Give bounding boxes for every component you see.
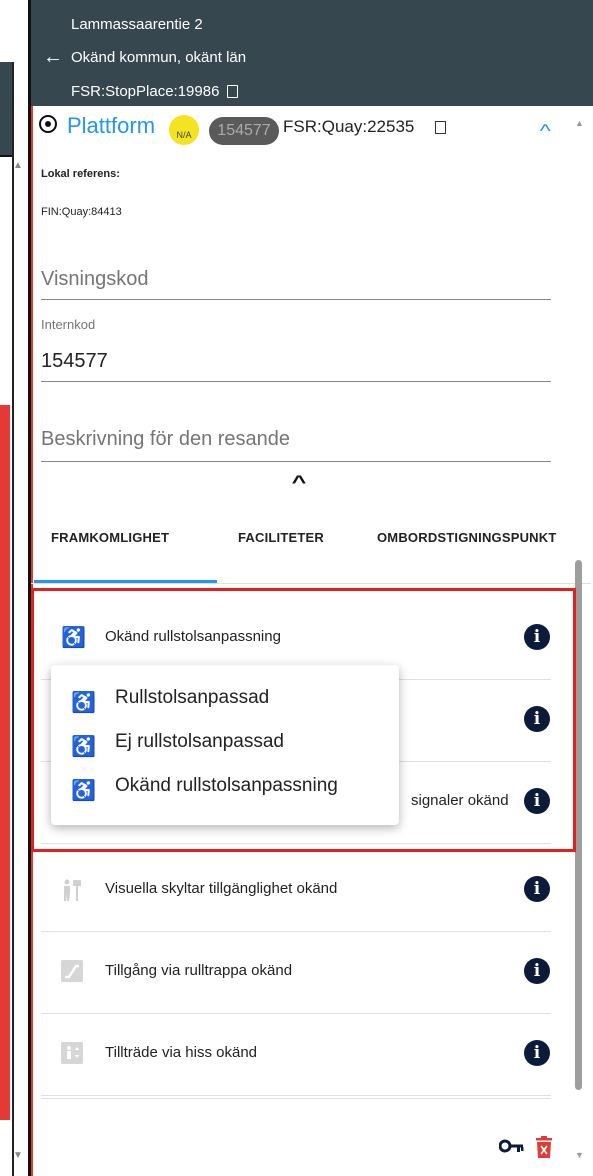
tab-ombordstigningspunkt[interactable]: OMBORDSTIGNINGSPUNKT [377,530,583,545]
stop-place-title: Lammassaarentie 2 [71,16,203,33]
row-label: Tillträde via hiss okänd [105,1044,258,1061]
internkod-value: 154577 [41,350,108,372]
stop-place-id-row: FSR:StopPlace:19986 [71,81,239,103]
copy-quay-id-icon[interactable] [435,121,446,134]
stop-place-id: FSR:StopPlace:19986 [71,83,220,100]
visningskod-field[interactable]: Visningskod [41,262,551,300]
escalator-icon [61,960,83,984]
quay-badge-id: 154577 [209,117,279,145]
info-icon[interactable]: i [524,876,550,902]
tab-faciliteter[interactable]: FACILITETER [238,530,324,545]
quay-title: Plattform [67,113,156,138]
quay-editor-panel: Lammassaarentie 2 ← Okänd kommun, okänt … [28,0,593,1176]
quay-header-row[interactable]: Plattform N/A 154577 FSR:Quay:22535 ^ [31,113,591,149]
back-arrow-icon[interactable]: ← [43,46,63,68]
location-text: Okänd kommun, okänt län [71,49,247,66]
active-tab-indicator [34,580,217,583]
option-label: Rullstolsanpassad [115,687,270,708]
collapse-chevron-icon[interactable]: ^ [285,472,313,492]
option-label: Okänd rullstolsanpassning [115,775,338,796]
panel-scroll-up-icon[interactable]: ▲ [575,118,584,128]
accessibility-row-visual-signs[interactable]: Visuella skyltar tillgänglighet okänd i [41,850,551,932]
wheelchair-icon: ♿ [71,780,96,802]
wheelchair-options-menu: ♿ Rullstolsanpassad ♿ Ej rullstolsanpass… [51,665,399,825]
row-label: Tillgång via rulltrappa okänd [105,962,293,979]
panel-scrollbar[interactable] [575,560,582,1090]
scroll-down-arrow-icon[interactable]: ▼ [13,1150,23,1164]
internkod-field[interactable]: Internkod 154577 [41,314,551,382]
menu-option-ej-rullstolsanpassad[interactable]: ♿ Ej rullstolsanpassad [51,723,399,765]
quay-badge-na: N/A [169,115,199,145]
background-window-border [12,62,14,1176]
chevron-up-icon[interactable]: ^ [540,121,551,142]
menu-option-okand-rullstolsanpassning[interactable]: ♿ Okänd rullstolsanpassning [51,767,399,809]
quay-id: FSR:Quay:22535 [283,117,415,136]
scroll-up-arrow-icon[interactable]: ▲ [13,160,23,174]
internkod-label: Internkod [41,317,96,332]
divider [41,1098,551,1099]
info-icon[interactable]: i [524,958,550,984]
wheelchair-icon: ♿ [71,736,96,758]
row-label: Visuella skyltar tillgänglighet okänd [105,880,338,897]
visningskod-placeholder: Visningskod [41,268,149,290]
info-icon[interactable]: i [524,1040,550,1066]
lift-icon [61,1042,83,1066]
beskrivning-placeholder: Beskrivning för den resande [41,428,291,450]
tab-bar: FRAMKOMLIGHET FACILITETER OMBORDSTIGNING… [31,518,591,584]
stop-place-header: Lammassaarentie 2 ← Okänd kommun, okänt … [31,0,593,106]
option-label: Ej rullstolsanpassad [115,731,284,752]
background-window-header [0,62,12,157]
menu-option-rullstolsanpassad[interactable]: ♿ Rullstolsanpassad [51,679,399,721]
accessibility-row-escalator[interactable]: Tillgång via rulltrappa okänd i [41,932,551,1014]
local-reference-label: Lokal referens: [41,168,120,180]
delete-icon[interactable] [535,1136,553,1158]
beskrivning-field[interactable]: Beskrivning för den resande [41,422,551,462]
accessibility-row-lift[interactable]: Tillträde via hiss okänd i [41,1014,551,1096]
background-window-highlight [0,405,10,1120]
locate-target-icon[interactable] [39,115,57,133]
key-icon[interactable] [498,1136,525,1156]
panel-scroll-down-icon[interactable]: ▼ [575,1150,584,1160]
background-window-strip: ▲ ▼ [0,0,28,1176]
wheelchair-icon: ♿ [71,692,96,714]
copy-icon[interactable] [227,85,239,98]
stop-place-location: Okänd kommun, okänt län [71,47,246,69]
visual-signs-icon [61,878,83,902]
local-reference-value: FIN:Quay:84413 [41,206,122,218]
tab-framkomlighet[interactable]: FRAMKOMLIGHET [51,530,169,545]
